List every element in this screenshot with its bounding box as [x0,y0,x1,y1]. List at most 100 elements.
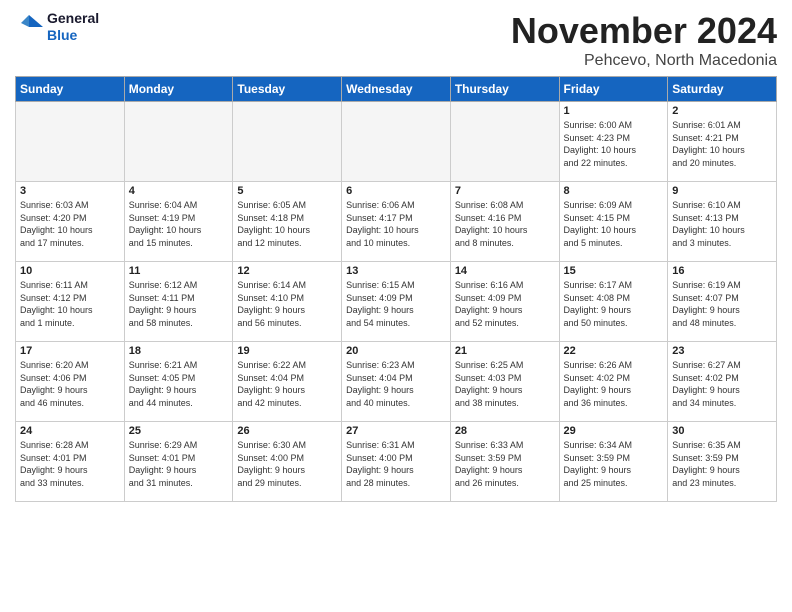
day-info: Sunrise: 6:26 AM Sunset: 4:02 PM Dayligh… [564,359,664,409]
day-info: Sunrise: 6:08 AM Sunset: 4:16 PM Dayligh… [455,199,555,249]
day-number: 24 [20,425,120,437]
day-number: 9 [672,185,772,197]
calendar-day-cell: 8 Sunrise: 6:09 AM Sunset: 4:15 PM Daylig… [559,182,668,262]
day-number: 10 [20,265,120,277]
day-info: Sunrise: 6:33 AM Sunset: 3:59 PM Dayligh… [455,439,555,489]
day-info: Sunrise: 6:01 AM Sunset: 4:21 PM Dayligh… [672,119,772,169]
calendar-day-cell: 12Sunrise: 6:14 AM Sunset: 4:10 PM Dayli… [233,262,342,342]
weekday-header: Monday [124,77,233,102]
weekday-header: Tuesday [233,77,342,102]
day-number: 16 [672,265,772,277]
day-info: Sunrise: 6:19 AM Sunset: 4:07 PM Dayligh… [672,279,772,329]
day-number: 3 [20,185,120,197]
day-number: 19 [237,345,337,357]
month-title: November 2024 [511,10,777,52]
logo-general: General [47,10,99,27]
day-number: 13 [346,265,446,277]
calendar-day-cell [124,102,233,182]
calendar-week-row: 10 Sunrise: 6:11 AM Sunset: 4:12 PM Dayli… [16,262,777,342]
calendar-day-cell: 17 Sunrise: 6:20 AM Sunset: 4:06 PM Dayli… [16,342,125,422]
day-number: 18 [129,345,229,357]
calendar-day-cell: 4 Sunrise: 6:04 AM Sunset: 4:19 PM Daylig… [124,182,233,262]
day-info: Sunrise: 6:09 AM Sunset: 4:15 PM Dayligh… [564,199,664,249]
day-number: 8 [564,185,664,197]
day-number: 23 [672,345,772,357]
calendar-day-cell: 3 Sunrise: 6:03 AM Sunset: 4:20 PM Daylig… [16,182,125,262]
day-info: Sunrise: 6:20 AM Sunset: 4:06 PM Dayligh… [20,359,120,409]
day-number: 5 [237,185,337,197]
weekday-header: Friday [559,77,668,102]
day-info: Sunrise: 6:34 AM Sunset: 3:59 PM Dayligh… [564,439,664,489]
logo: General Blue [15,10,99,44]
day-info: Sunrise: 6:35 AM Sunset: 3:59 PM Dayligh… [672,439,772,489]
day-number: 4 [129,185,229,197]
day-number: 15 [564,265,664,277]
day-info: Sunrise: 6:17 AM Sunset: 4:08 PM Dayligh… [564,279,664,329]
calendar-day-cell: 7 Sunrise: 6:08 AM Sunset: 4:16 PM Daylig… [450,182,559,262]
day-info: Sunrise: 6:04 AM Sunset: 4:19 PM Dayligh… [129,199,229,249]
calendar-day-cell: 10 Sunrise: 6:11 AM Sunset: 4:12 PM Dayli… [16,262,125,342]
day-number: 22 [564,345,664,357]
calendar-day-cell: 25 Sunrise: 6:29 AM Sunset: 4:01 PM Dayli… [124,422,233,502]
weekday-header: Wednesday [342,77,451,102]
calendar-day-cell [342,102,451,182]
day-info: Sunrise: 6:16 AM Sunset: 4:09 PM Dayligh… [455,279,555,329]
calendar-day-cell: 21 Sunrise: 6:25 AM Sunset: 4:03 PM Dayli… [450,342,559,422]
day-info: Sunrise: 6:22 AM Sunset: 4:04 PM Dayligh… [237,359,337,409]
logo-blue: Blue [47,27,99,44]
day-number: 25 [129,425,229,437]
day-info: Sunrise: 6:12 AM Sunset: 4:11 PM Dayligh… [129,279,229,329]
calendar-day-cell: 19 Sunrise: 6:22 AM Sunset: 4:04 PM Dayli… [233,342,342,422]
calendar-day-cell: 18 Sunrise: 6:21 AM Sunset: 4:05 PM Dayli… [124,342,233,422]
day-info: Sunrise: 6:15 AM Sunset: 4:09 PM Dayligh… [346,279,446,329]
calendar-day-cell [233,102,342,182]
calendar-day-cell: 5 Sunrise: 6:05 AM Sunset: 4:18 PM Daylig… [233,182,342,262]
day-info: Sunrise: 6:25 AM Sunset: 4:03 PM Dayligh… [455,359,555,409]
calendar-day-cell: 22 Sunrise: 6:26 AM Sunset: 4:02 PM Dayli… [559,342,668,422]
header: General Blue November 2024 Pehcevo, Nort… [15,10,777,70]
day-number: 11 [129,265,229,277]
day-info: Sunrise: 6:31 AM Sunset: 4:00 PM Dayligh… [346,439,446,489]
calendar-day-cell: 11 Sunrise: 6:12 AM Sunset: 4:11 PM Dayli… [124,262,233,342]
calendar-day-cell [16,102,125,182]
weekday-header: Saturday [668,77,777,102]
calendar-day-cell: 24Sunrise: 6:28 AM Sunset: 4:01 PM Dayli… [16,422,125,502]
calendar-day-cell: 29 Sunrise: 6:34 AM Sunset: 3:59 PM Dayli… [559,422,668,502]
weekday-header: Thursday [450,77,559,102]
page-container: General Blue November 2024 Pehcevo, Nort… [0,0,792,512]
day-number: 29 [564,425,664,437]
title-block: November 2024 Pehcevo, North Macedonia [511,10,777,70]
calendar-day-cell: 13 Sunrise: 6:15 AM Sunset: 4:09 PM Dayli… [342,262,451,342]
day-info: Sunrise: 6:21 AM Sunset: 4:05 PM Dayligh… [129,359,229,409]
calendar-day-cell: 26 Sunrise: 6:30 AM Sunset: 4:00 PM Dayli… [233,422,342,502]
day-number: 1 [564,105,664,117]
calendar-week-row: 17 Sunrise: 6:20 AM Sunset: 4:06 PM Dayli… [16,342,777,422]
day-number: 26 [237,425,337,437]
day-info: Sunrise: 6:10 AM Sunset: 4:13 PM Dayligh… [672,199,772,249]
day-number: 6 [346,185,446,197]
calendar-week-row: 24Sunrise: 6:28 AM Sunset: 4:01 PM Dayli… [16,422,777,502]
day-info: Sunrise: 6:29 AM Sunset: 4:01 PM Dayligh… [129,439,229,489]
day-number: 20 [346,345,446,357]
day-number: 14 [455,265,555,277]
day-number: 7 [455,185,555,197]
calendar-day-cell [450,102,559,182]
day-number: 17 [20,345,120,357]
calendar-day-cell: 30Sunrise: 6:35 AM Sunset: 3:59 PM Dayli… [668,422,777,502]
day-info: Sunrise: 6:03 AM Sunset: 4:20 PM Dayligh… [20,199,120,249]
day-number: 2 [672,105,772,117]
calendar-day-cell: 23 Sunrise: 6:27 AM Sunset: 4:02 PM Dayli… [668,342,777,422]
day-number: 21 [455,345,555,357]
calendar-day-cell: 28 Sunrise: 6:33 AM Sunset: 3:59 PM Dayli… [450,422,559,502]
day-info: Sunrise: 6:06 AM Sunset: 4:17 PM Dayligh… [346,199,446,249]
calendar-day-cell: 9 Sunrise: 6:10 AM Sunset: 4:13 PM Daylig… [668,182,777,262]
calendar-day-cell: 6 Sunrise: 6:06 AM Sunset: 4:17 PM Daylig… [342,182,451,262]
day-info: Sunrise: 6:00 AM Sunset: 4:23 PM Dayligh… [564,119,664,169]
weekday-header: Sunday [16,77,125,102]
day-info: Sunrise: 6:30 AM Sunset: 4:00 PM Dayligh… [237,439,337,489]
calendar-day-cell: 1 Sunrise: 6:00 AM Sunset: 4:23 PM Daylig… [559,102,668,182]
day-info: Sunrise: 6:05 AM Sunset: 4:18 PM Dayligh… [237,199,337,249]
day-info: Sunrise: 6:27 AM Sunset: 4:02 PM Dayligh… [672,359,772,409]
day-number: 28 [455,425,555,437]
day-info: Sunrise: 6:11 AM Sunset: 4:12 PM Dayligh… [20,279,120,329]
